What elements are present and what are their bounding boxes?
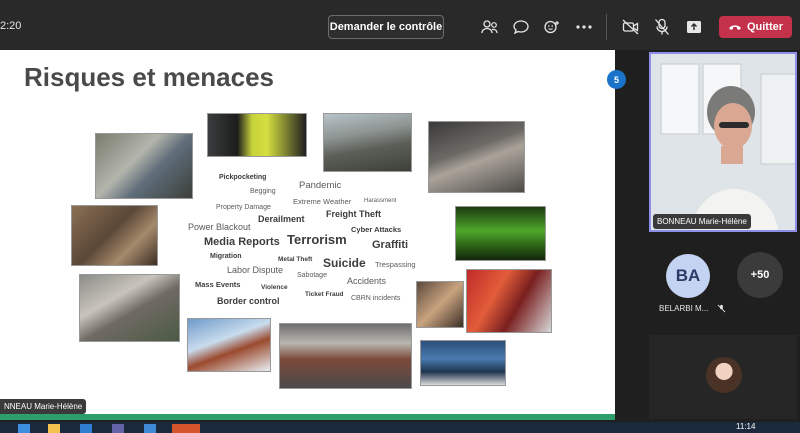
risk-keyword: Metal Theft [278, 256, 313, 263]
participant-video-feed [651, 54, 795, 230]
risk-keyword: Property Damage [216, 204, 271, 211]
photo-railway-tracks [323, 113, 412, 172]
risk-keyword: Derailment [258, 214, 305, 224]
photo-person-on-tracks [71, 205, 158, 266]
participant-name: BELARBI M... [659, 304, 726, 313]
leave-call-label: Quitter [746, 21, 784, 33]
request-control-button[interactable]: Demander le contrôle [328, 15, 444, 39]
risk-keyword: Graffiti [372, 239, 409, 251]
risk-keyword: Freight Theft [326, 209, 381, 219]
slide-footer-bar [0, 414, 615, 420]
chat-icon[interactable] [510, 16, 532, 38]
risk-keyword: Border control [217, 296, 280, 306]
risk-keyword: Terrorism [287, 232, 347, 247]
browser-icon[interactable] [80, 424, 92, 433]
risk-keyword: Sabotage [297, 272, 327, 279]
risk-keyword: Trespassing [375, 260, 416, 269]
photo-night-vision [455, 206, 546, 261]
risk-keyword: Suicide [323, 256, 366, 270]
risk-keyword: Pickpocketing [219, 174, 267, 181]
photo-cutting-cable [416, 281, 464, 328]
participant-avatar[interactable]: BA [666, 254, 710, 298]
shared-content-stage: Risques et menaces 5 Pickpocketing Beggin… [0, 50, 643, 422]
risk-keyword: Power Blackout [188, 222, 251, 232]
photo-snow-derailment [187, 318, 271, 372]
slide-number-badge: 5 [607, 70, 626, 89]
taskbar-clock: 11:14 [736, 422, 756, 431]
risk-keyword: Extreme Weather [293, 197, 352, 206]
presentation-slide: Risques et menaces 5 Pickpocketing Beggin… [0, 50, 626, 420]
photo-train-crash [79, 274, 180, 342]
camera-off-icon[interactable] [620, 16, 642, 38]
muted-mic-icon [717, 304, 726, 313]
hang-up-icon [728, 25, 741, 30]
photo-platform-fight [428, 121, 525, 193]
photo-graffiti-spray [466, 269, 552, 333]
call-toolbar: 2:20 Demander le contrôle Quitter [0, 0, 800, 50]
risk-keyword: Begging [250, 188, 276, 195]
risk-keyword: Pandemic [299, 180, 342, 191]
more-participants-button[interactable]: +50 [737, 252, 783, 298]
photo-bombed-train [279, 323, 412, 389]
risk-keyword: Violence [261, 284, 288, 291]
risk-keyword: Cyber Attacks [351, 225, 402, 234]
outlook-icon[interactable] [144, 424, 156, 433]
participants-panel: BONNEAU Marie-Hélène BA +50 BELARBI M... [643, 50, 800, 422]
call-timer: 2:20 [0, 20, 22, 32]
risk-keyword: Migration [210, 253, 242, 260]
presenter-name-tag: NNEAU Marie-Hélène [0, 399, 87, 414]
people-icon[interactable] [479, 16, 501, 38]
leave-call-button[interactable]: Quitter [719, 16, 792, 38]
risk-keyword: Harassment [364, 198, 397, 204]
risk-keyword: Media Reports [204, 236, 280, 248]
photo-vandalized-machine [95, 133, 193, 199]
reactions-icon[interactable] [541, 16, 563, 38]
risk-keyword: Labor Dispute [227, 265, 284, 275]
self-avatar [706, 357, 742, 393]
participant-name-label: BELARBI M... [659, 304, 709, 313]
risk-keyword: Ticket Fraud [305, 291, 344, 298]
teams-icon[interactable] [112, 424, 124, 433]
more-options-icon[interactable] [573, 16, 595, 38]
photo-police-officer [207, 113, 307, 157]
file-explorer-icon[interactable] [48, 424, 60, 433]
share-screen-icon[interactable] [683, 16, 705, 38]
slide-title: Risques et menaces [24, 62, 275, 92]
participant-video[interactable]: BONNEAU Marie-Hélène [649, 52, 797, 232]
risk-keyword: CBRN incidents [351, 295, 401, 302]
participant-video-name: BONNEAU Marie-Hélène [653, 214, 751, 229]
risk-keyword: Accidents [347, 276, 387, 286]
self-view-tile[interactable] [649, 335, 797, 419]
windows-taskbar: 11:14 [0, 422, 800, 433]
powerpoint-icon[interactable] [172, 424, 200, 433]
toolbar-divider [606, 14, 607, 40]
mic-off-icon[interactable] [651, 16, 673, 38]
risk-keyword: Mass Events [195, 280, 241, 289]
photo-control-screens [420, 340, 506, 386]
start-icon[interactable] [18, 424, 30, 433]
